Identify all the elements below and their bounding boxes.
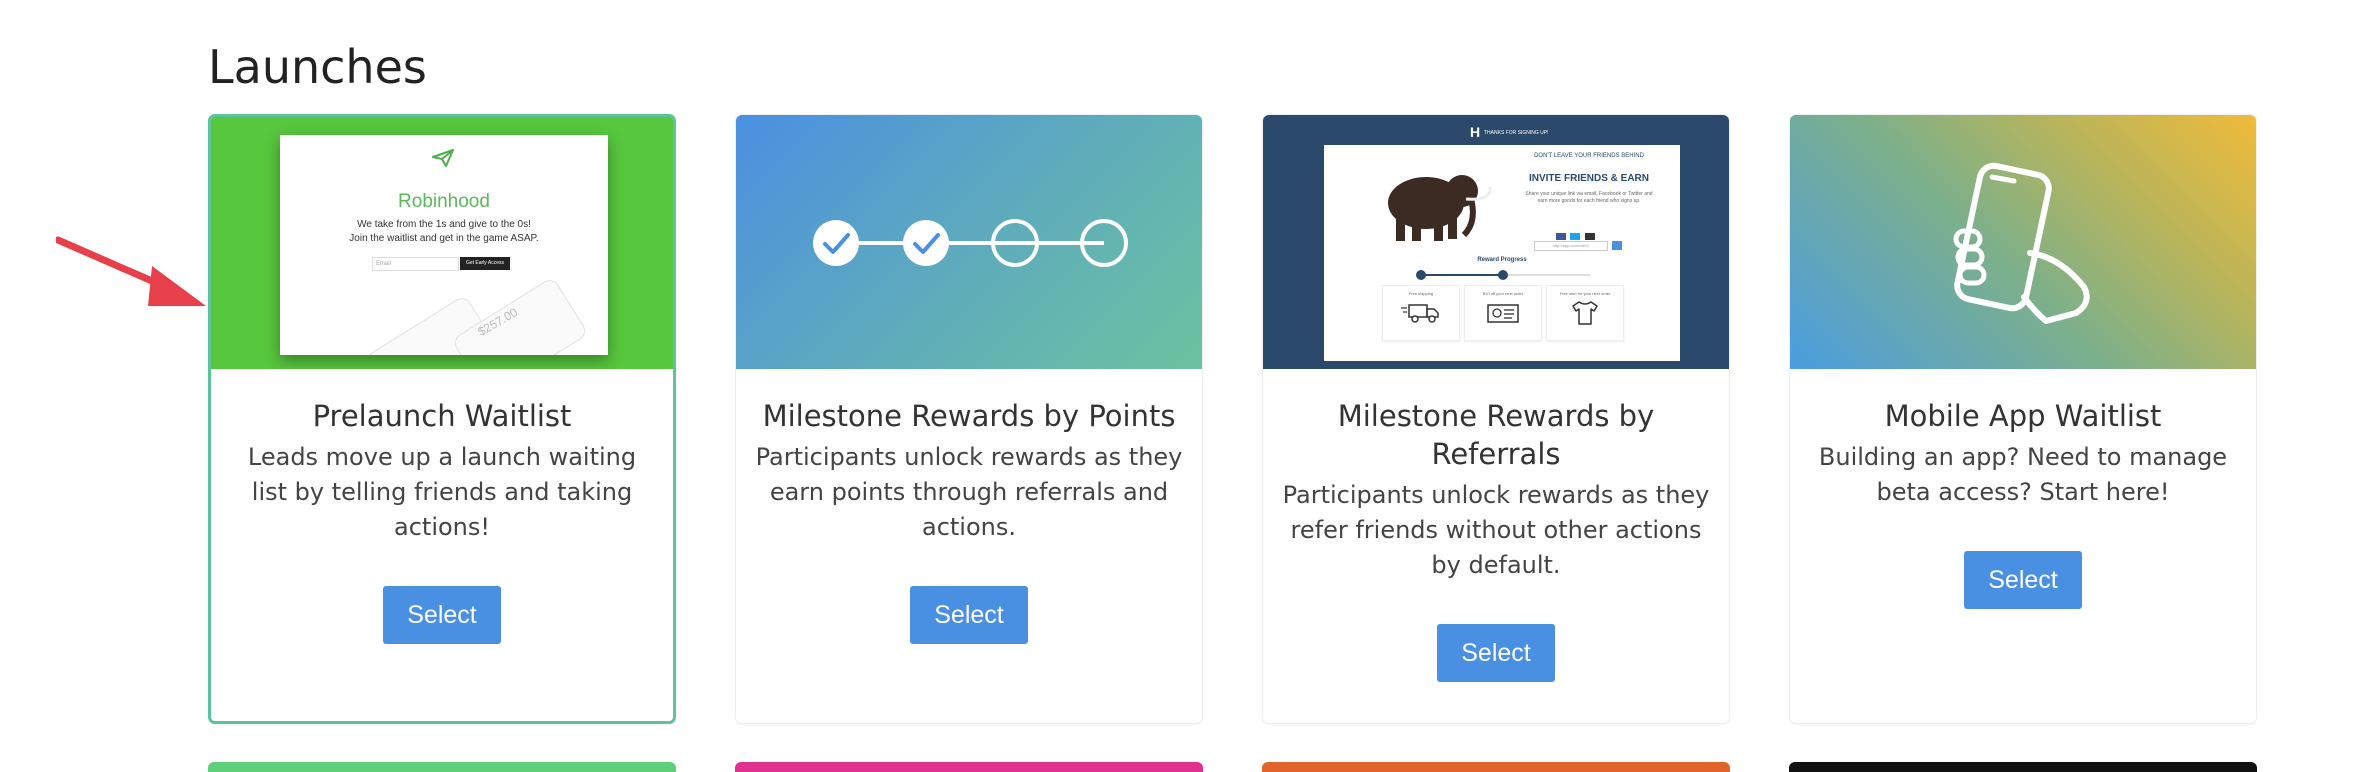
coupon-icon xyxy=(1487,304,1519,323)
preview-header-text: THANKS FOR SIGNING UP! xyxy=(1484,130,1549,136)
email-icon xyxy=(1584,233,1595,240)
preview-header-bar: H THANKS FOR SIGNING UP! xyxy=(1324,123,1680,145)
annotation-arrow-icon xyxy=(56,236,206,306)
preview-brand: Robinhood xyxy=(398,191,490,212)
card-title: Milestone Rewards by Points xyxy=(762,399,1176,433)
card-image-mobile xyxy=(1790,115,2256,369)
card-description: Building an app? Need to manage beta acc… xyxy=(1818,443,2228,506)
tshirt-icon xyxy=(1572,301,1598,325)
preview-email-field: Email xyxy=(372,257,459,271)
preview-copy-button xyxy=(1612,241,1622,250)
section-title: Launches xyxy=(208,40,427,94)
card-image-prelaunch: Robinhood We take from the 1s and give t… xyxy=(211,117,673,369)
card-title: Mobile App Waitlist xyxy=(1884,399,2162,433)
preview-cta-button: Get Early Access xyxy=(460,257,510,270)
card-milestone-points[interactable]: Milestone Rewards by Points Participants… xyxy=(735,114,1203,724)
card-image-referrals: H THANKS FOR SIGNING UP! DON'T LEAVE YOU… xyxy=(1263,115,1729,369)
card-image-points xyxy=(736,115,1202,369)
mammoth-icon xyxy=(1388,175,1492,241)
hand-holding-phone-icon xyxy=(1953,162,2090,324)
card-prelaunch-waitlist[interactable]: Robinhood We take from the 1s and give t… xyxy=(208,114,676,724)
card-title: Milestone Rewards by Referrals xyxy=(1337,399,1655,471)
card-description: Leads move up a launch waiting list by t… xyxy=(247,443,637,541)
preview-eyebrow: DON'T LEAVE YOUR FRIENDS BEHIND xyxy=(1534,153,1644,159)
card-description: Participants unlock rewards as they refe… xyxy=(1282,481,1710,579)
next-card-top xyxy=(1262,762,1730,772)
preview-logo: H xyxy=(1470,124,1481,140)
select-button-points[interactable]: Select xyxy=(910,586,1028,644)
preview-progress-dot xyxy=(1416,270,1426,280)
card-milestone-referrals[interactable]: H THANKS FOR SIGNING UP! DON'T LEAVE YOU… xyxy=(1262,114,1730,724)
twitter-icon xyxy=(1570,233,1581,240)
preview-landing-page: Robinhood We take from the 1s and give t… xyxy=(280,135,608,355)
preview-reward-1: Free shipping xyxy=(1382,285,1460,341)
next-card-top xyxy=(1789,762,2257,772)
preview-tagline-2: Join the waitlist and get in the game AS… xyxy=(349,233,539,244)
preview-heading: INVITE FRIENDS & EARN xyxy=(1528,173,1649,184)
select-button-prelaunch[interactable]: Select xyxy=(383,586,501,644)
facebook-icon xyxy=(1556,233,1566,240)
preview-tagline-1: We take from the 1s and give to the 0s! xyxy=(357,219,531,230)
preview-progress-dot xyxy=(1498,270,1508,280)
milestone-steps-icon xyxy=(813,219,1128,267)
card-mobile-app-waitlist[interactable]: Mobile App Waitlist Building an app? Nee… xyxy=(1789,114,2257,724)
select-button-mobile[interactable]: Select xyxy=(1964,551,2082,609)
preview-link-field: http://app.com/ref/12 xyxy=(1534,241,1608,251)
reward-label: Free shipping xyxy=(1408,291,1434,296)
truck-icon xyxy=(1401,304,1439,323)
reward-label: Free shirt for your next order xyxy=(1559,291,1611,296)
card-description: Participants unlock rewards as they earn… xyxy=(755,443,1183,541)
preview-progress-fill xyxy=(1420,274,1502,276)
preview-body: Share your unique link via email, Facebo… xyxy=(1525,191,1653,204)
next-card-top xyxy=(735,762,1203,772)
preview-reward-3: Free shirt for your next order xyxy=(1546,285,1624,341)
reward-label: $10 off your next order xyxy=(1482,291,1524,296)
card-title: Prelaunch Waitlist xyxy=(312,399,572,433)
next-card-top xyxy=(208,762,676,772)
preview-referral-page: H THANKS FOR SIGNING UP! DON'T LEAVE YOU… xyxy=(1324,123,1680,361)
paper-plane-icon xyxy=(432,149,454,167)
select-button-referrals[interactable]: Select xyxy=(1437,624,1555,682)
preview-reward-2: $10 off your next order xyxy=(1464,285,1542,341)
preview-progress-label: Reward Progress xyxy=(1477,257,1527,263)
